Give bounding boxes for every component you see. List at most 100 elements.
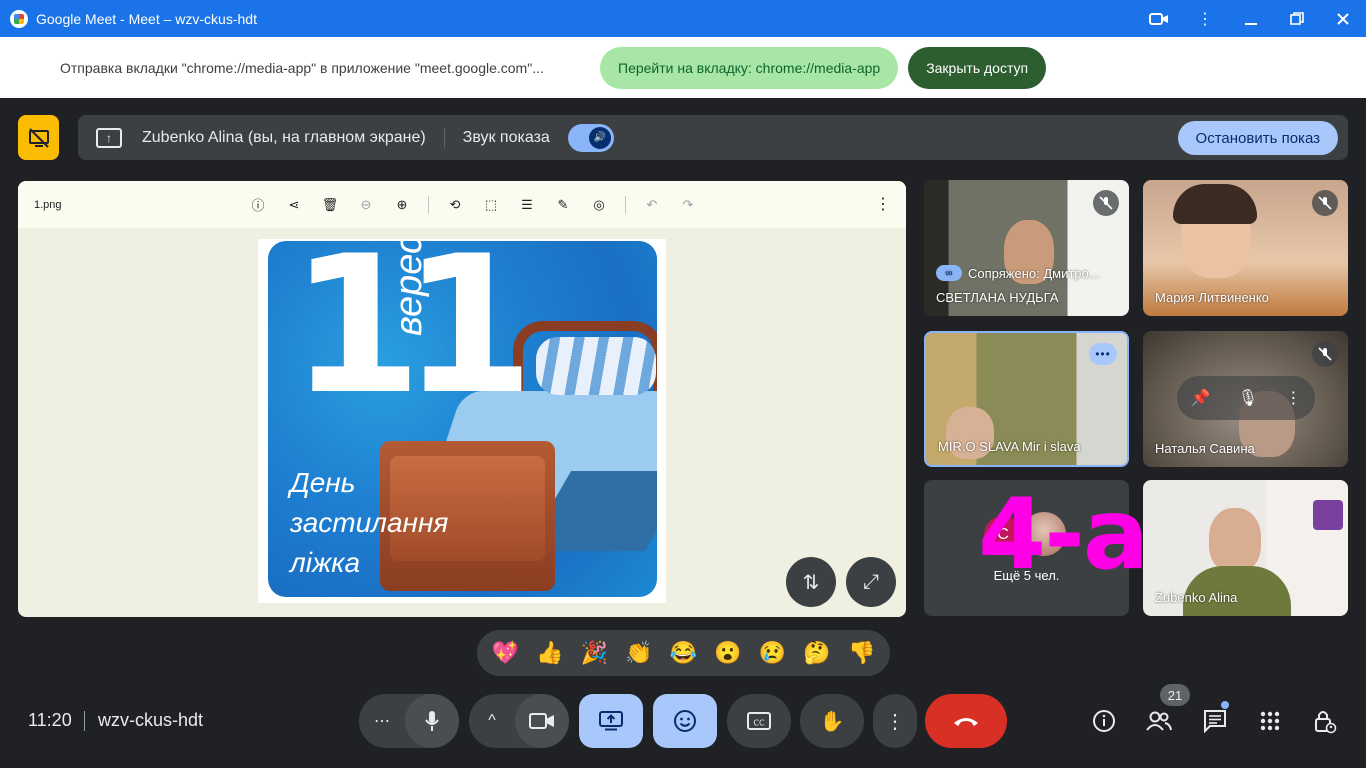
participant-tile[interactable]: ∞ Сопряжено: Дмитро... СВЕТЛАНА НУДЬГА <box>924 180 1129 316</box>
present-now-button[interactable] <box>579 694 643 748</box>
bed-pillow <box>536 337 656 395</box>
minimize-icon[interactable] <box>1228 0 1274 37</box>
divider <box>428 195 429 214</box>
stop-access-button[interactable]: Закрыть доступ <box>908 46 1047 89</box>
meeting-time: 11:20 <box>28 710 72 730</box>
bed-making-day-poster: 11 вересня День застилання ліжка <box>268 241 657 597</box>
tab-sharing-infobar: Отправка вкладки "chrome://media-app" в … <box>0 37 1366 98</box>
microphone-control: ⋯ <box>359 694 459 748</box>
window-controls: ⋮ <box>1136 0 1366 37</box>
mic-off-icon <box>1312 341 1338 367</box>
reactions-button[interactable] <box>653 694 717 748</box>
delete-icon[interactable]: 🗑 <box>312 187 348 223</box>
people-icon[interactable] <box>1142 704 1176 738</box>
rotate-icon[interactable]: ⟲ <box>437 187 473 223</box>
camera-control: ^ <box>469 694 569 748</box>
mute-participant-icon[interactable]: 🎙 <box>1238 388 1258 408</box>
reaction-party-icon[interactable]: 🎉 <box>576 642 612 664</box>
captions-button[interactable]: CC <box>727 694 791 748</box>
restore-icon[interactable] <box>1274 0 1320 37</box>
audio-settings-icon[interactable]: ⋯ <box>359 711 405 731</box>
more-vert-icon[interactable]: ⋮ <box>1182 0 1228 37</box>
swap-layout-button[interactable]: ⇅ <box>786 557 836 607</box>
present-screen-icon <box>599 711 623 731</box>
raise-hand-icon: ✋ <box>819 710 845 733</box>
reaction-thinking-icon[interactable]: 🤔 <box>799 642 835 664</box>
draw-icon[interactable]: ✎ <box>545 187 581 223</box>
meet-logo-icon <box>10 9 28 28</box>
activities-icon[interactable] <box>1253 704 1287 738</box>
reactions-bar: 💖 👍 🎉 👏 😂 😮 😢 🤔 👎 <box>477 630 890 676</box>
viewer-tools: ⓘ ⋖ 🗑 ⊖ ⊕ ⟲ ⬚ ☰ ✎ ◎ ↶ ↷ <box>240 181 706 228</box>
reaction-thumbs-up-icon[interactable]: 👍 <box>532 642 568 664</box>
stop-presenting-button[interactable]: Остановить показ <box>1177 121 1338 155</box>
poster-caption-line: застилання <box>290 507 449 538</box>
adjust-icon[interactable]: ☰ <box>509 187 545 223</box>
reaction-laugh-icon[interactable]: 😂 <box>665 642 701 664</box>
divider <box>443 127 445 148</box>
participant-name: Наталья Савина <box>1155 441 1255 456</box>
presentation-bar: ↑ Zubenko Alina (вы, на главном экране) … <box>78 115 1348 160</box>
lighting-icon[interactable]: ◎ <box>581 187 617 223</box>
go-to-tab-button[interactable]: Перейти на вкладку: chrome://media-app <box>600 46 899 89</box>
microphone-button[interactable] <box>405 694 459 748</box>
microphone-icon <box>425 711 439 731</box>
closed-captions-icon: CC <box>747 712 771 730</box>
reaction-surprised-icon[interactable]: 😮 <box>710 642 746 664</box>
presentation-off-button[interactable] <box>18 115 59 160</box>
file-name: 1.png <box>34 198 62 211</box>
tile-hover-controls: 📌 🎙 ⋮ <box>1177 376 1315 420</box>
meeting-details-icon[interactable] <box>1087 704 1121 738</box>
participant-video <box>1209 508 1261 572</box>
link-icon: ∞ <box>936 265 962 281</box>
window-titlebar: Google Meet - Meet – wzv-ckus-hdt ⋮ <box>0 0 1366 37</box>
reaction-sad-icon[interactable]: 😢 <box>755 642 791 664</box>
reaction-clap-icon[interactable]: 👏 <box>621 642 657 664</box>
close-icon[interactable] <box>1320 0 1366 37</box>
chevron-up-icon[interactable]: ^ <box>469 712 515 730</box>
viewer-more-icon[interactable]: ⋮ <box>870 191 896 217</box>
info-icon[interactable]: ⓘ <box>240 187 276 223</box>
participant-name: СВЕТЛАНА НУДЬГА <box>936 290 1059 305</box>
media-viewer-toolbar: 1.png ⓘ ⋖ 🗑 ⊖ ⊕ ⟲ ⬚ ☰ ✎ ◎ ↶ ↷ ⋮ <box>18 181 906 228</box>
present-screen-icon: ↑ <box>96 127 122 148</box>
self-view-tile[interactable]: Zubenko Alina <box>1143 480 1348 616</box>
sharing-message: Отправка вкладки "chrome://media-app" в … <box>60 59 544 76</box>
undo-icon[interactable]: ↶ <box>634 187 670 223</box>
tile-more-options-icon[interactable]: ••• <box>1089 343 1117 365</box>
participant-tile-active[interactable]: ••• MIR.O SLAVA Mir i slava <box>924 331 1129 467</box>
linked-device-label: Сопряжено: Дмитро... <box>968 265 1100 281</box>
participant-count-badge: 21 <box>1160 684 1190 706</box>
participant-tile[interactable]: 📌 🎙 ⋮ Наталья Савина <box>1143 331 1348 467</box>
zoom-in-icon[interactable]: ⊕ <box>384 187 420 223</box>
displayed-image: 11 вересня День застилання ліжка <box>258 239 666 603</box>
chat-notification-dot <box>1221 701 1229 709</box>
shared-screen-stage: 1.png ⓘ ⋖ 🗑 ⊖ ⊕ ⟲ ⬚ ☰ ✎ ◎ ↶ ↷ ⋮ 11 верес <box>18 181 906 617</box>
camera-icon[interactable] <box>1136 0 1182 37</box>
tile-more-vert-icon[interactable]: ⋮ <box>1285 388 1301 408</box>
linked-device-badge: ∞ Сопряжено: Дмитро... <box>936 265 1100 281</box>
zoom-out-icon[interactable]: ⊖ <box>348 187 384 223</box>
leave-call-button[interactable] <box>925 694 1007 748</box>
share-audio-toggle[interactable]: 🔊 <box>567 123 614 152</box>
screen-share-off-icon <box>28 127 49 148</box>
host-controls-icon[interactable] <box>1308 704 1342 738</box>
camera-button[interactable] <box>515 694 569 748</box>
redo-icon[interactable]: ↷ <box>670 187 706 223</box>
reaction-thumbs-down-icon[interactable]: 👎 <box>844 642 880 664</box>
chat-icon[interactable] <box>1198 704 1232 738</box>
more-options-button[interactable]: ⋮ <box>873 694 917 748</box>
participant-tile[interactable]: Мария Литвиненко <box>1143 180 1348 316</box>
fullscreen-button[interactable]: ⤢ <box>846 557 896 607</box>
crop-icon[interactable]: ⬚ <box>473 187 509 223</box>
raise-hand-button[interactable]: ✋ <box>800 694 864 748</box>
class-label-overlay: 4-а <box>978 478 1149 592</box>
share-icon[interactable]: ⋖ <box>276 187 312 223</box>
pin-icon[interactable]: 📌 <box>1191 388 1211 408</box>
svg-text:CC: CC <box>753 719 765 728</box>
participant-hair <box>1173 184 1257 224</box>
hang-up-icon <box>954 718 978 726</box>
divider <box>84 711 85 731</box>
reaction-heart-icon[interactable]: 💖 <box>487 642 523 664</box>
share-audio-label: Звук показа <box>462 128 550 146</box>
